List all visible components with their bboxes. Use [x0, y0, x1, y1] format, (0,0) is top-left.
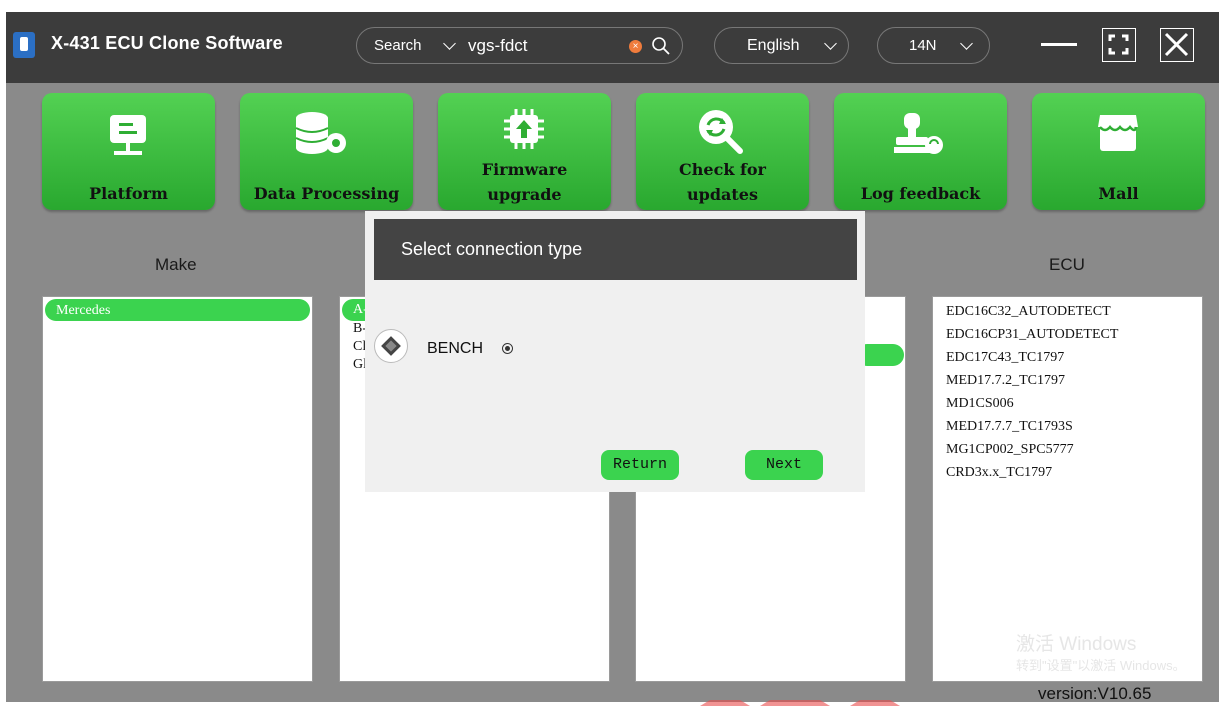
close-icon [1164, 32, 1189, 57]
activation-watermark-title: 激活 Windows [1016, 634, 1137, 655]
mall-tile[interactable]: Mall [1032, 93, 1205, 210]
list-item[interactable]: EDC16CP31_AUTODETECT [933, 323, 1202, 346]
make-column-title: Make [155, 255, 197, 274]
app-logo-icon [13, 32, 35, 58]
return-button[interactable]: Return [601, 450, 679, 480]
list-item[interactable]: MG1CP002_SPC5777 [933, 438, 1202, 461]
bench-option-label[interactable]: BENCH [427, 340, 483, 358]
minimize-icon [1041, 43, 1077, 46]
data-processing-tile[interactable]: Data Processing [240, 93, 413, 210]
bench-chip-icon [374, 329, 408, 363]
chevron-down-icon[interactable] [443, 37, 456, 50]
list-item[interactable]: CRD3x.x_TC1797 [933, 461, 1202, 484]
check-updates-tile[interactable]: Check for updates [636, 93, 809, 210]
region-dropdown[interactable]: 14N [877, 27, 990, 64]
search-icon[interactable] [651, 36, 671, 56]
ecu-column-title: ECU [1049, 255, 1085, 274]
app-window: X-431 ECU Clone Software Search × Englis… [6, 12, 1219, 702]
list-item[interactable]: MED17.7.2_TC1797 [933, 369, 1202, 392]
list-item[interactable]: MED17.7.7_TC1793S [933, 415, 1202, 438]
search-box[interactable]: Search × [356, 27, 683, 64]
clear-icon[interactable]: × [629, 40, 642, 53]
close-button[interactable] [1160, 28, 1194, 62]
ecu-list-panel: EDC16C32_AUTODETECT EDC16CP31_AUTODETECT… [932, 296, 1203, 682]
make-list-panel: Mercedes [42, 296, 313, 682]
firmware-upgrade-tile[interactable]: Firmware upgrade [438, 93, 611, 210]
tile-label: Data Processing [253, 184, 400, 203]
connection-type-dialog: Select connection type BENCH Return Next [365, 211, 865, 492]
log-feedback-tile[interactable]: Log feedback [834, 93, 1007, 210]
language-dropdown[interactable]: English [714, 27, 849, 64]
bench-radio[interactable] [502, 343, 513, 354]
search-input[interactable] [468, 35, 598, 57]
region-value: 14N [909, 37, 937, 54]
search-scope-label[interactable]: Search [374, 37, 422, 54]
tile-label: Log feedback [860, 184, 981, 203]
minimize-button[interactable] [1041, 28, 1077, 62]
app-title: X-431 ECU Clone Software [51, 33, 283, 53]
chevron-down-icon [960, 37, 973, 50]
refresh-search-icon [699, 110, 743, 154]
store-icon [1098, 115, 1138, 151]
stamp-icon [894, 113, 943, 154]
chip-upload-icon [504, 109, 544, 149]
dialog-header: Select connection type [374, 219, 857, 280]
tile-label: Firmware upgrade [481, 160, 568, 204]
list-item[interactable]: EDC16C32_AUTODETECT [933, 300, 1202, 323]
list-item[interactable]: EDC17C43_TC1797 [933, 346, 1202, 369]
monitor-icon [110, 115, 146, 155]
chevron-down-icon [824, 37, 837, 50]
list-item[interactable]: Mercedes [43, 297, 312, 322]
version-label: version:V10.65 [1038, 684, 1152, 703]
platform-tile[interactable]: Platform [42, 93, 215, 210]
dialog-title: Select connection type [401, 239, 583, 259]
list-item[interactable]: MD1CS006 [933, 392, 1202, 415]
database-gear-icon [295, 112, 346, 154]
decorative-stripe [700, 700, 900, 706]
tile-label: Platform [89, 184, 168, 203]
tile-label: Check for updates [679, 160, 766, 204]
title-bar: X-431 ECU Clone Software Search × Englis… [6, 12, 1219, 83]
next-button[interactable]: Next [745, 450, 823, 480]
tile-label: Mall [1098, 184, 1139, 203]
fullscreen-icon [1108, 34, 1129, 55]
activation-watermark-subtitle: 转到"设置"以激活 Windows。 [1016, 658, 1186, 673]
language-value: English [747, 37, 800, 54]
maximize-button[interactable] [1102, 28, 1136, 62]
